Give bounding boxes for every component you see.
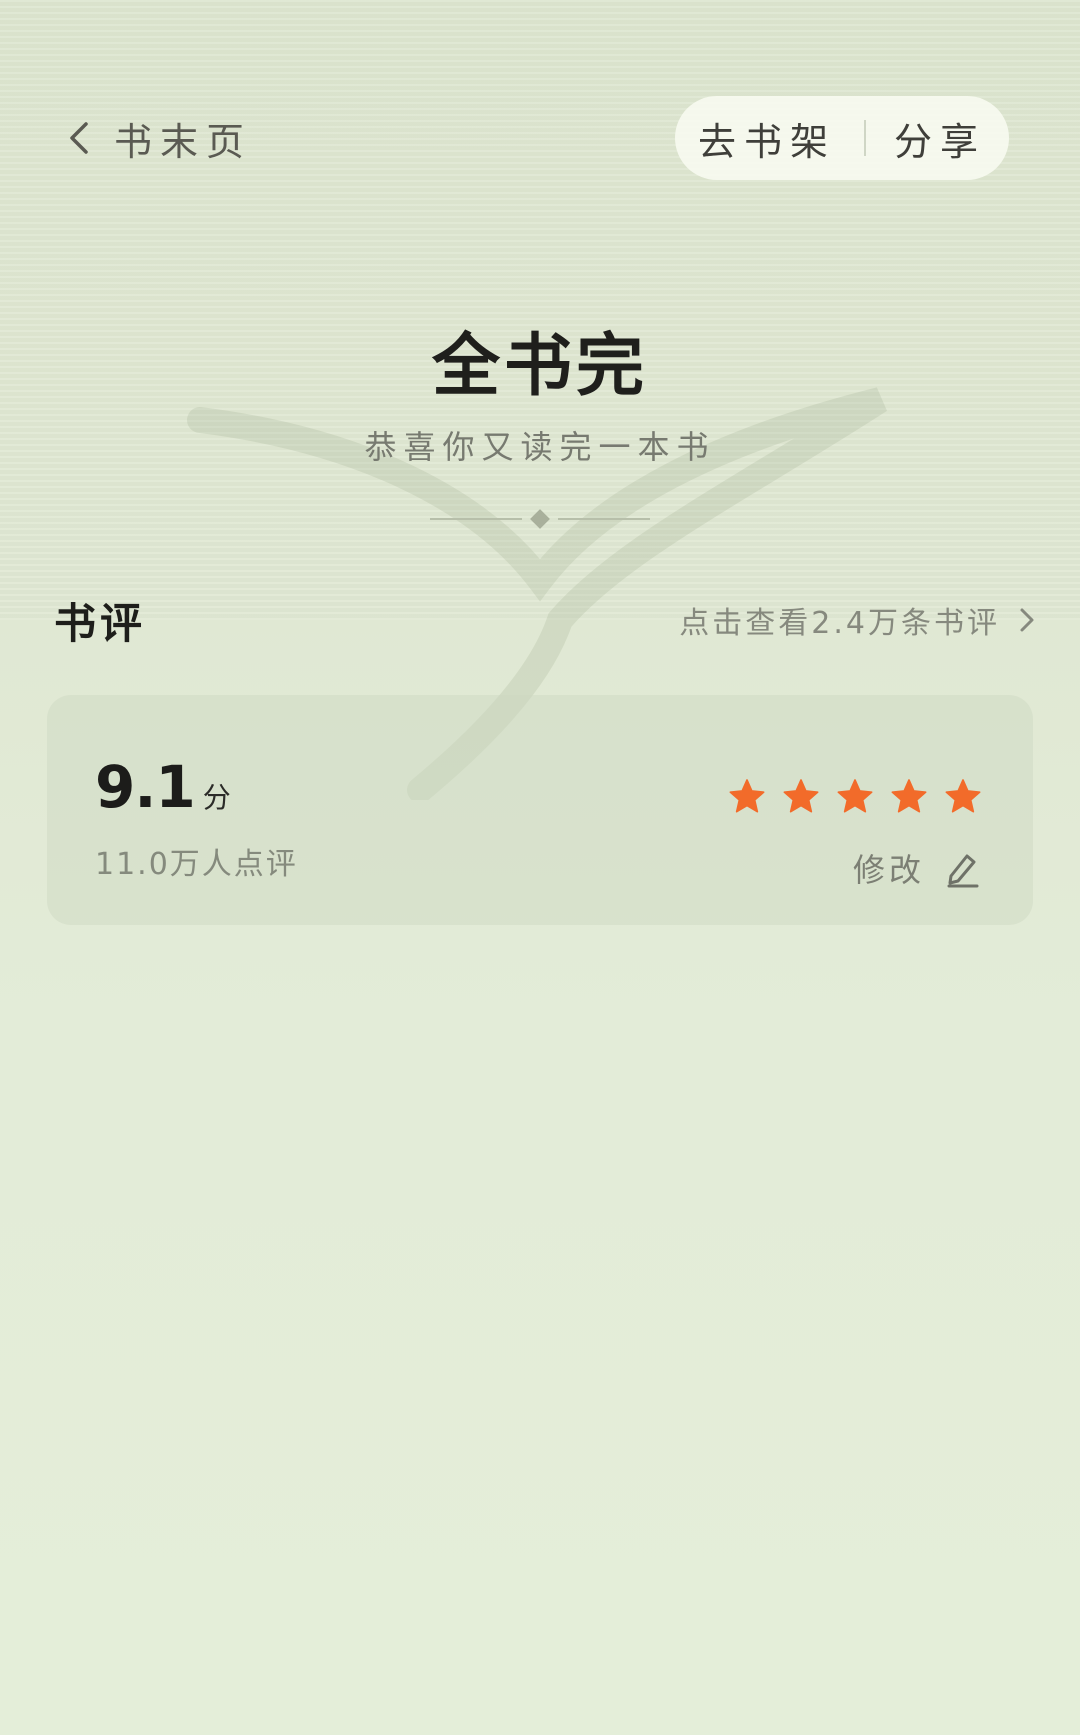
divider-ornament-icon: [430, 509, 650, 529]
score-row: 9.1 分: [95, 753, 231, 821]
star-icon[interactable]: [835, 777, 875, 817]
view-reviews-link[interactable]: 点击查看2.4万条书评: [679, 598, 1036, 642]
star-rating[interactable]: [713, 777, 983, 817]
pill-divider: [864, 120, 866, 156]
edit-label: 修改: [852, 851, 925, 889]
score-unit: 分: [202, 781, 231, 814]
star-icon[interactable]: [727, 777, 767, 817]
chevron-left-icon: [70, 122, 88, 154]
star-icon[interactable]: [943, 777, 983, 817]
edit-rating-button[interactable]: 修改: [853, 845, 981, 891]
top-bar: 书末页 去书架 分享: [0, 96, 1080, 180]
view-reviews-text: 点击查看2.4万条书评: [679, 606, 1000, 641]
pencil-icon: [947, 854, 979, 888]
star-icon[interactable]: [781, 777, 821, 817]
chevron-right-icon: [1020, 608, 1034, 632]
review-section-title: 书评: [54, 599, 147, 648]
back-button[interactable]: 书末页: [66, 112, 252, 164]
share-button[interactable]: 分享: [888, 111, 992, 166]
page-subtitle: 恭喜你又读完一本书: [364, 428, 716, 466]
page-title: 全书完: [431, 327, 648, 406]
rating-count: 11.0万人点评: [95, 847, 298, 882]
go-to-shelf-button[interactable]: 去书架: [692, 111, 842, 166]
action-pill: 去书架 分享: [675, 96, 1009, 180]
back-label: 书末页: [114, 119, 253, 164]
rating-card: 9.1 分 11.0万人点评 修改: [47, 695, 1033, 925]
review-header: 书评 点击查看2.4万条书评: [0, 590, 1080, 650]
star-icon[interactable]: [889, 777, 929, 817]
score-value: 9.1: [95, 753, 196, 821]
